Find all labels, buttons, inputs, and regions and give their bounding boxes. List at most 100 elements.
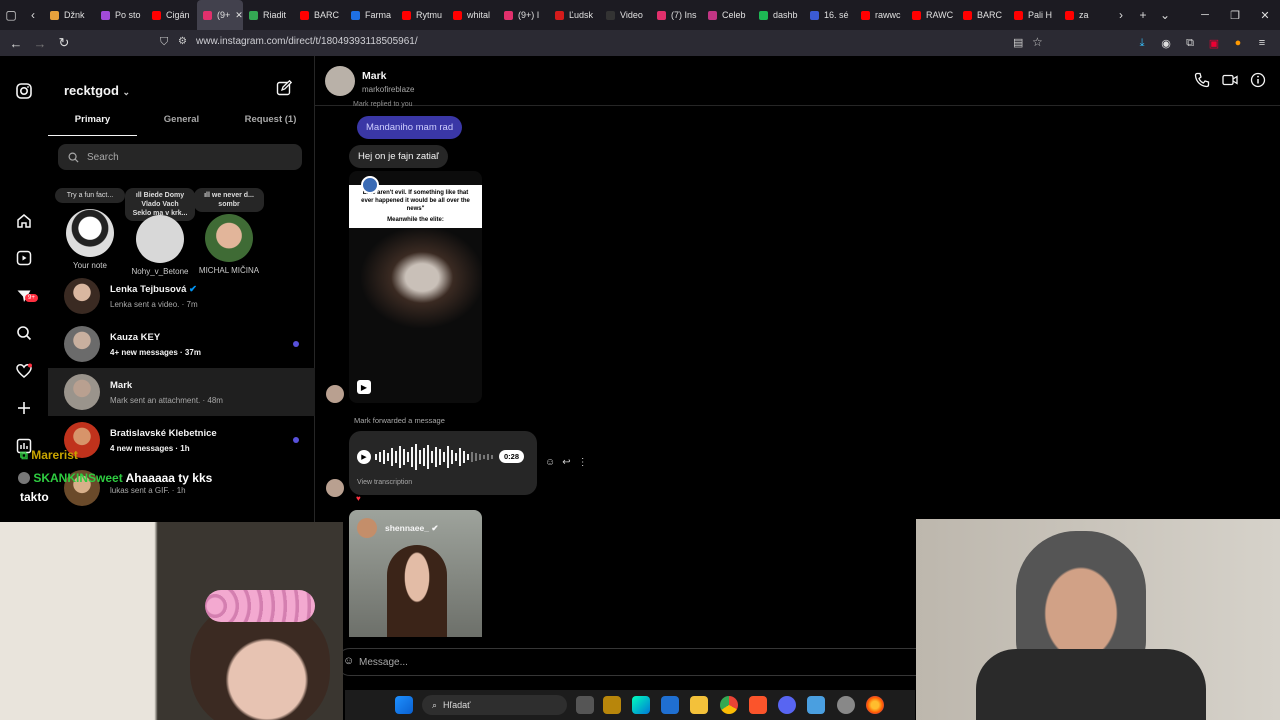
browser-tab[interactable]: za: [1059, 0, 1110, 30]
chrome-icon[interactable]: [720, 696, 738, 714]
browser-tab[interactable]: Džnk: [44, 0, 95, 30]
video-call-icon[interactable]: [1222, 72, 1238, 88]
new-tab-icon[interactable]: +: [1132, 0, 1154, 30]
voice-waveform: [375, 444, 493, 470]
search-input[interactable]: Search: [58, 144, 302, 170]
conversation-item[interactable]: Kauza KEY 4+ new messages · 37m: [48, 320, 315, 368]
play-reel-icon[interactable]: ▶: [357, 380, 371, 394]
browser-tab[interactable]: BARC: [957, 0, 1008, 30]
notepad-icon[interactable]: [807, 696, 825, 714]
tab-label: Cigán: [166, 10, 190, 20]
more-icon[interactable]: ⋮: [578, 457, 588, 468]
browser-tab[interactable]: dashb: [753, 0, 804, 30]
compose-icon[interactable]: [276, 79, 293, 101]
restore-icon[interactable]: ❐: [1220, 0, 1250, 30]
url-bar[interactable]: www.instagram.com/direct/t/1804939311850…: [196, 36, 418, 47]
permissions-icon[interactable]: ⚙: [178, 36, 187, 47]
message-own[interactable]: Mandaniho mam rad: [357, 116, 463, 139]
browser-tab[interactable]: Pali H: [1008, 0, 1059, 30]
message-their[interactable]: Hej on je fajn zatiaľ: [349, 145, 448, 168]
browser-tab[interactable]: (7) Ins: [651, 0, 702, 30]
bookmark-star-icon[interactable]: ☆: [1032, 35, 1043, 49]
browser-tab[interactable]: BARC: [294, 0, 345, 30]
note-item-michal[interactable]: ıll we never d... sombr MICHAL MIČINA: [194, 188, 264, 275]
play-voice-icon[interactable]: ▶: [357, 450, 371, 464]
emoji-icon[interactable]: ☺: [343, 655, 354, 667]
messages-icon[interactable]: 9+: [14, 286, 38, 306]
photos-icon[interactable]: [661, 696, 679, 714]
discord-icon[interactable]: [778, 696, 796, 714]
search-nav-icon[interactable]: [14, 323, 34, 343]
browser-tab[interactable]: Farma: [345, 0, 396, 30]
brave-icon[interactable]: [749, 696, 767, 714]
back-icon[interactable]: ←: [4, 30, 28, 56]
menu-icon[interactable]: ≡: [1252, 33, 1272, 53]
waveform-bar: [379, 452, 381, 462]
tab-label: Džnk: [64, 10, 85, 20]
reader-view-icon[interactable]: ▤: [1013, 36, 1023, 49]
start-windows-icon[interactable]: [395, 696, 413, 714]
task-view-icon[interactable]: [576, 696, 594, 714]
shared-reel[interactable]: Elite aren't evil. If something like tha…: [349, 171, 482, 403]
conversation-item-selected[interactable]: Mark Mark sent an attachment. · 48m: [48, 368, 315, 416]
shared-reel[interactable]: shennaee_ ✔: [349, 510, 482, 637]
chat-title[interactable]: Mark: [362, 70, 387, 82]
browser-tab[interactable]: Video: [600, 0, 651, 30]
tab-primary[interactable]: Primary: [48, 114, 137, 136]
voice-message[interactable]: ▶ 0:28 View transcription: [349, 431, 537, 495]
view-transcription-link[interactable]: View transcription: [357, 479, 412, 486]
browser-tab[interactable]: Rytmu: [396, 0, 447, 30]
conversation-item[interactable]: Bratislavské Klebetnice 4 new messages · …: [48, 416, 315, 464]
browser-tab[interactable]: Riadit: [243, 0, 294, 30]
browser-tab[interactable]: whital: [447, 0, 498, 30]
reply-icon[interactable]: ↩: [562, 457, 570, 468]
firefox-icon[interactable]: [866, 696, 884, 714]
react-emoji-icon[interactable]: ☺: [545, 457, 555, 468]
create-icon[interactable]: [14, 398, 34, 418]
edge-icon[interactable]: [632, 696, 650, 714]
minimize-icon[interactable]: ─: [1190, 0, 1220, 30]
extension-firefox-icon[interactable]: ●: [1228, 33, 1248, 53]
browser-tab[interactable]: rawwc: [855, 0, 906, 30]
browser-tab[interactable]: Celeb: [702, 0, 753, 30]
tab-list-icon[interactable]: ⌄: [1154, 0, 1176, 30]
app-icon[interactable]: [837, 696, 855, 714]
browser-tab[interactable]: Po sto: [95, 0, 146, 30]
browser-tab[interactable]: Cigán: [146, 0, 197, 30]
conversation-item[interactable]: Lenka Tejbusová ✔ Lenka sent a video. · 7…: [48, 272, 315, 320]
chat-avatar[interactable]: [325, 66, 355, 96]
notifications-heart-icon[interactable]: [14, 361, 34, 381]
forward-icon[interactable]: →: [28, 30, 52, 56]
tabs-scroll-left-icon[interactable]: ‹: [22, 0, 44, 30]
phone-icon[interactable]: [1194, 72, 1210, 88]
reload-icon[interactable]: ↻: [52, 30, 76, 56]
browser-tab[interactable]: RAWC: [906, 0, 957, 30]
browser-tab[interactable]: Ľudsk: [549, 0, 600, 30]
extensions-icon[interactable]: ⧉: [1180, 33, 1200, 53]
home-icon[interactable]: [14, 211, 34, 231]
account-switcher[interactable]: recktgod ⌄: [64, 83, 130, 98]
info-icon[interactable]: [1250, 72, 1266, 88]
instagram-logo-icon[interactable]: [14, 81, 34, 101]
note-item-nohy[interactable]: ıll Biede Domy Vlado Vach Seklo ma v krk…: [125, 188, 195, 276]
tab-general[interactable]: General: [137, 114, 226, 136]
close-tab-icon[interactable]: ✕: [235, 10, 243, 21]
note-item-your-note[interactable]: Try a fun fact... Your note: [55, 188, 125, 270]
store-icon[interactable]: [603, 696, 621, 714]
tabs-scroll-right-icon[interactable]: ›: [1110, 0, 1132, 30]
file-explorer-icon[interactable]: [690, 696, 708, 714]
reels-icon[interactable]: [14, 248, 34, 268]
downloads-icon[interactable]: ⤓: [1132, 33, 1152, 53]
close-window-icon[interactable]: ✕: [1250, 0, 1280, 30]
tab-requests[interactable]: Request (1): [226, 114, 315, 136]
shield-icon[interactable]: ⛉: [160, 36, 168, 49]
browser-tab[interactable]: (9+) I: [498, 0, 549, 30]
browser-tab[interactable]: (9+ ✕: [197, 0, 243, 30]
reaction-heart-icon[interactable]: ♥: [356, 494, 361, 503]
browser-tab[interactable]: 16. sé: [804, 0, 855, 30]
account-icon[interactable]: ◉: [1156, 33, 1176, 53]
tab-overview-icon[interactable]: ▢: [0, 0, 22, 30]
avatar: [64, 374, 100, 410]
taskbar-search[interactable]: ⌕ Hľadať: [422, 695, 567, 715]
extension-badge-icon[interactable]: ▣: [1204, 33, 1224, 53]
